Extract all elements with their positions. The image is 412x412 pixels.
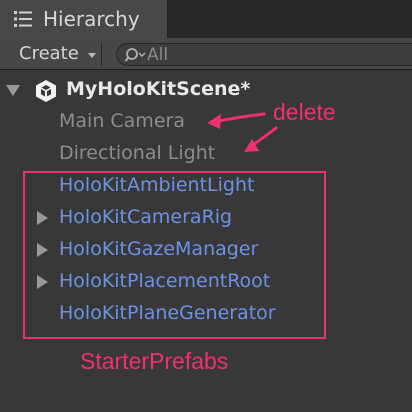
arrow-to-directional-light <box>244 126 278 152</box>
starter-prefabs-annotation: StarterPrefabs <box>80 348 229 374</box>
delete-annotation: delete <box>273 99 336 125</box>
arrow-to-main-camera <box>207 112 266 129</box>
